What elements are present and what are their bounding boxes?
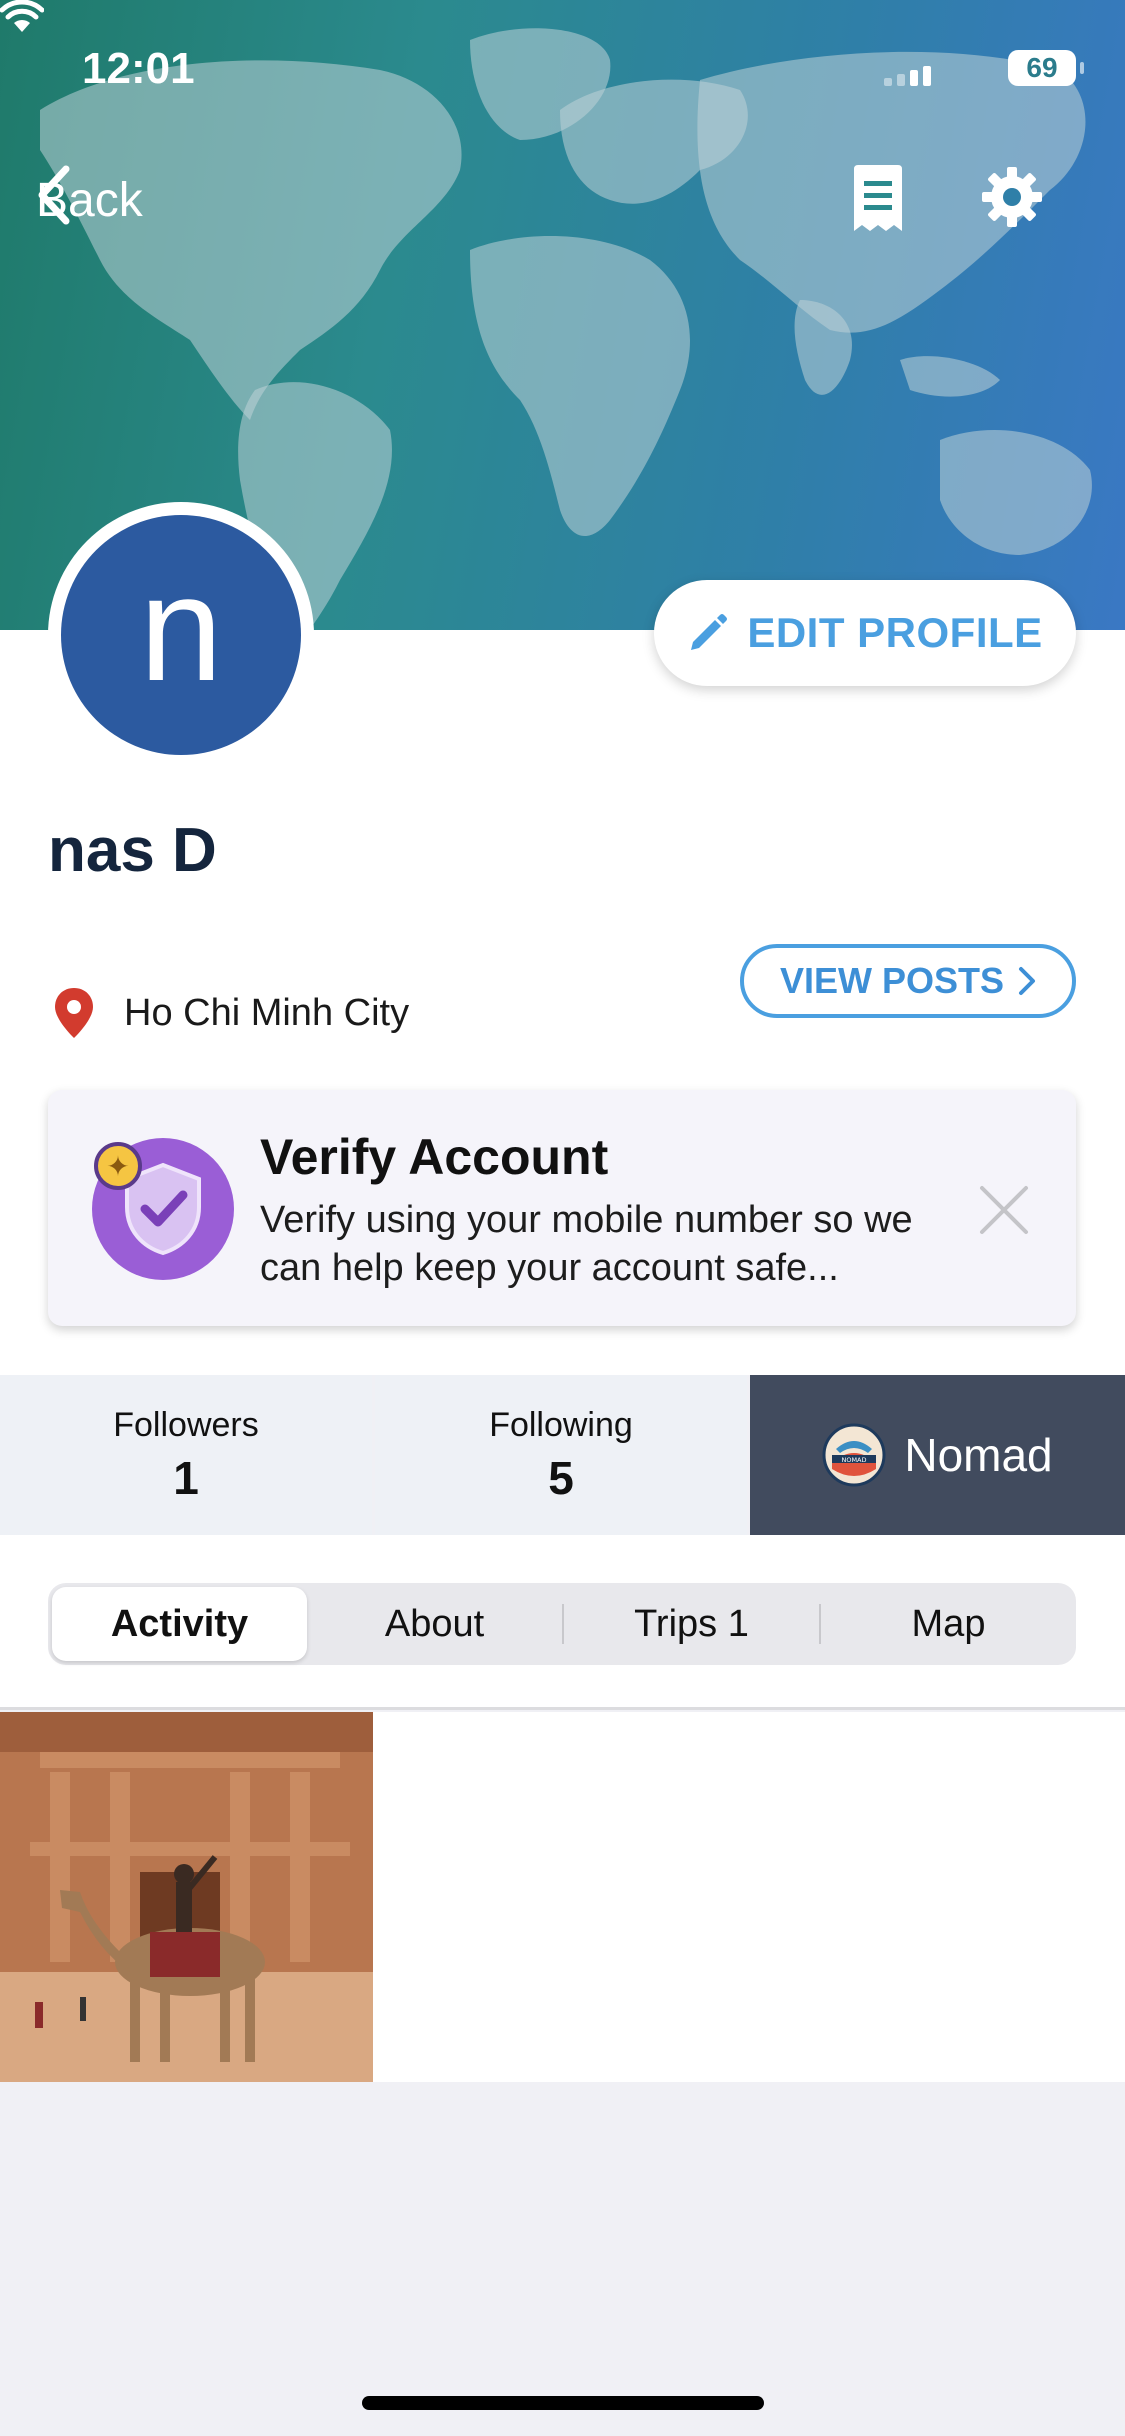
- status-time: 12:01: [82, 44, 195, 93]
- view-posts-button[interactable]: VIEW POSTS: [740, 944, 1076, 1018]
- home-indicator: [362, 2396, 764, 2410]
- battery-indicator: 69: [1008, 50, 1084, 86]
- petra-camel-photo: [0, 1712, 373, 2082]
- profile-name: nas D: [48, 816, 217, 885]
- edit-profile-button[interactable]: EDIT PROFILE: [654, 580, 1076, 686]
- back-button[interactable]: Back: [36, 165, 143, 235]
- nomad-badge[interactable]: NOMAD Nomad: [750, 1375, 1125, 1535]
- receipt-button[interactable]: [850, 165, 920, 235]
- cellular-signal-icon: [884, 66, 931, 86]
- following-label: Following: [489, 1405, 633, 1444]
- avatar[interactable]: n: [48, 502, 314, 768]
- location: Ho Chi Minh City: [54, 988, 409, 1038]
- verify-account-card[interactable]: ✦ Verify Account Verify using your mobil…: [48, 1090, 1076, 1326]
- activity-grid: [0, 1712, 1125, 2082]
- star-badge-icon: ✦: [94, 1142, 142, 1190]
- stats-row: Followers 1 Following 5 NOMAD Nomad: [0, 1375, 1125, 1535]
- following-stat[interactable]: Following 5: [375, 1375, 747, 1535]
- pencil-icon: [691, 614, 728, 650]
- location-pin-icon: [55, 988, 93, 1038]
- followers-label: Followers: [113, 1405, 259, 1444]
- following-count: 5: [548, 1451, 574, 1504]
- receipt-icon: [854, 165, 902, 231]
- tab-activity[interactable]: Activity: [52, 1587, 307, 1661]
- followers-stat[interactable]: Followers 1: [0, 1375, 372, 1535]
- close-icon[interactable]: [974, 1180, 1034, 1240]
- tab-map[interactable]: Map: [821, 1587, 1076, 1661]
- gear-icon: [982, 167, 1042, 227]
- chevron-right-icon: [1019, 967, 1036, 995]
- tab-trips[interactable]: Trips 1: [564, 1587, 819, 1661]
- edit-profile-label: EDIT PROFILE: [747, 609, 1043, 656]
- location-label: Ho Chi Minh City: [124, 991, 410, 1034]
- profile-tabs: Activity About Trips 1 Map: [48, 1583, 1076, 1665]
- activity-photo[interactable]: [0, 1712, 373, 2082]
- status-bar: 12:01 69: [0, 0, 1125, 130]
- nomad-label: Nomad: [904, 1429, 1053, 1481]
- tab-about[interactable]: About: [307, 1587, 562, 1661]
- wifi-icon: [0, 0, 44, 32]
- nomad-emblem-text: NOMAD: [842, 1456, 867, 1464]
- verify-title: Verify Account: [260, 1129, 609, 1185]
- tabs-section: Activity About Trips 1 Map: [0, 1535, 1125, 1710]
- followers-count: 1: [173, 1451, 199, 1504]
- view-posts-label: VIEW POSTS: [779, 960, 1005, 1001]
- chevron-left-icon: [38, 165, 70, 225]
- nomad-badge-icon: NOMAD: [822, 1423, 886, 1487]
- verify-description: Verify using your mobile number so we ca…: [260, 1199, 913, 1289]
- settings-button[interactable]: [980, 165, 1050, 235]
- avatar-initial: n: [61, 515, 301, 755]
